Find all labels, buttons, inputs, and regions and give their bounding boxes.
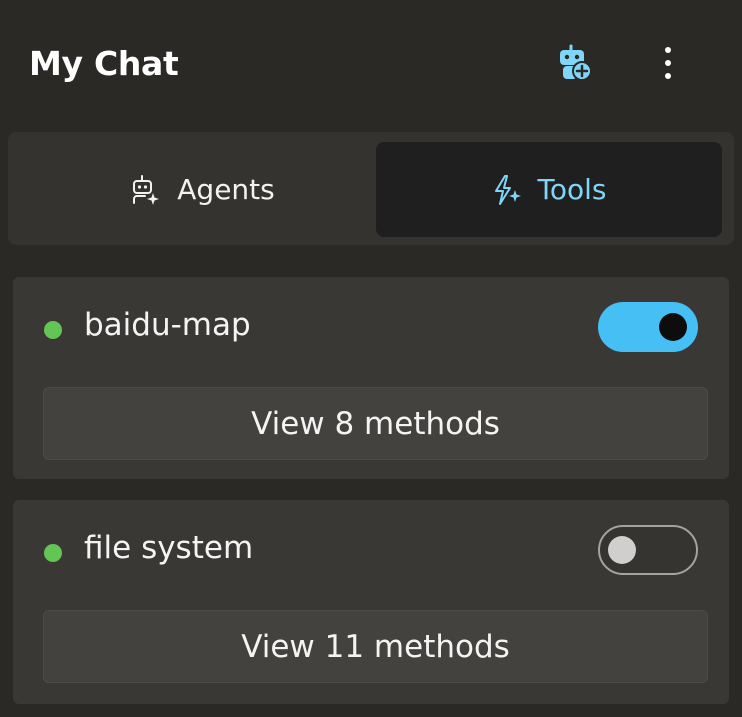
view-switcher: Agents Tools xyxy=(8,132,734,245)
more-options-button[interactable] xyxy=(646,40,690,86)
agent-sparkle-icon xyxy=(131,174,161,206)
tab-tools[interactable]: Tools xyxy=(376,142,722,237)
status-dot xyxy=(44,321,62,339)
robot-add-icon xyxy=(557,44,593,82)
tool-name: file system xyxy=(84,530,254,566)
tab-agents[interactable]: Agents xyxy=(30,142,376,237)
tool-name: baidu-map xyxy=(84,307,251,343)
more-vertical-icon xyxy=(663,46,673,80)
status-dot xyxy=(44,544,62,562)
page-title: My Chat xyxy=(29,44,179,83)
toggle-knob xyxy=(608,536,636,564)
flash-sparkle-icon xyxy=(492,174,522,206)
tool-card-baidu-map: baidu-map View 8 methods xyxy=(13,277,729,479)
tool-card-file-system: file system View 11 methods xyxy=(13,500,729,704)
add-agent-button[interactable] xyxy=(552,40,598,86)
tool-enable-toggle[interactable] xyxy=(598,525,698,575)
app-header: My Chat xyxy=(0,0,742,132)
tab-tools-label: Tools xyxy=(537,173,607,206)
tool-enable-toggle[interactable] xyxy=(598,302,698,352)
tab-agents-label: Agents xyxy=(177,173,275,206)
toggle-knob xyxy=(659,313,687,341)
view-methods-button[interactable]: View 8 methods xyxy=(43,387,708,460)
view-methods-button[interactable]: View 11 methods xyxy=(43,610,708,683)
